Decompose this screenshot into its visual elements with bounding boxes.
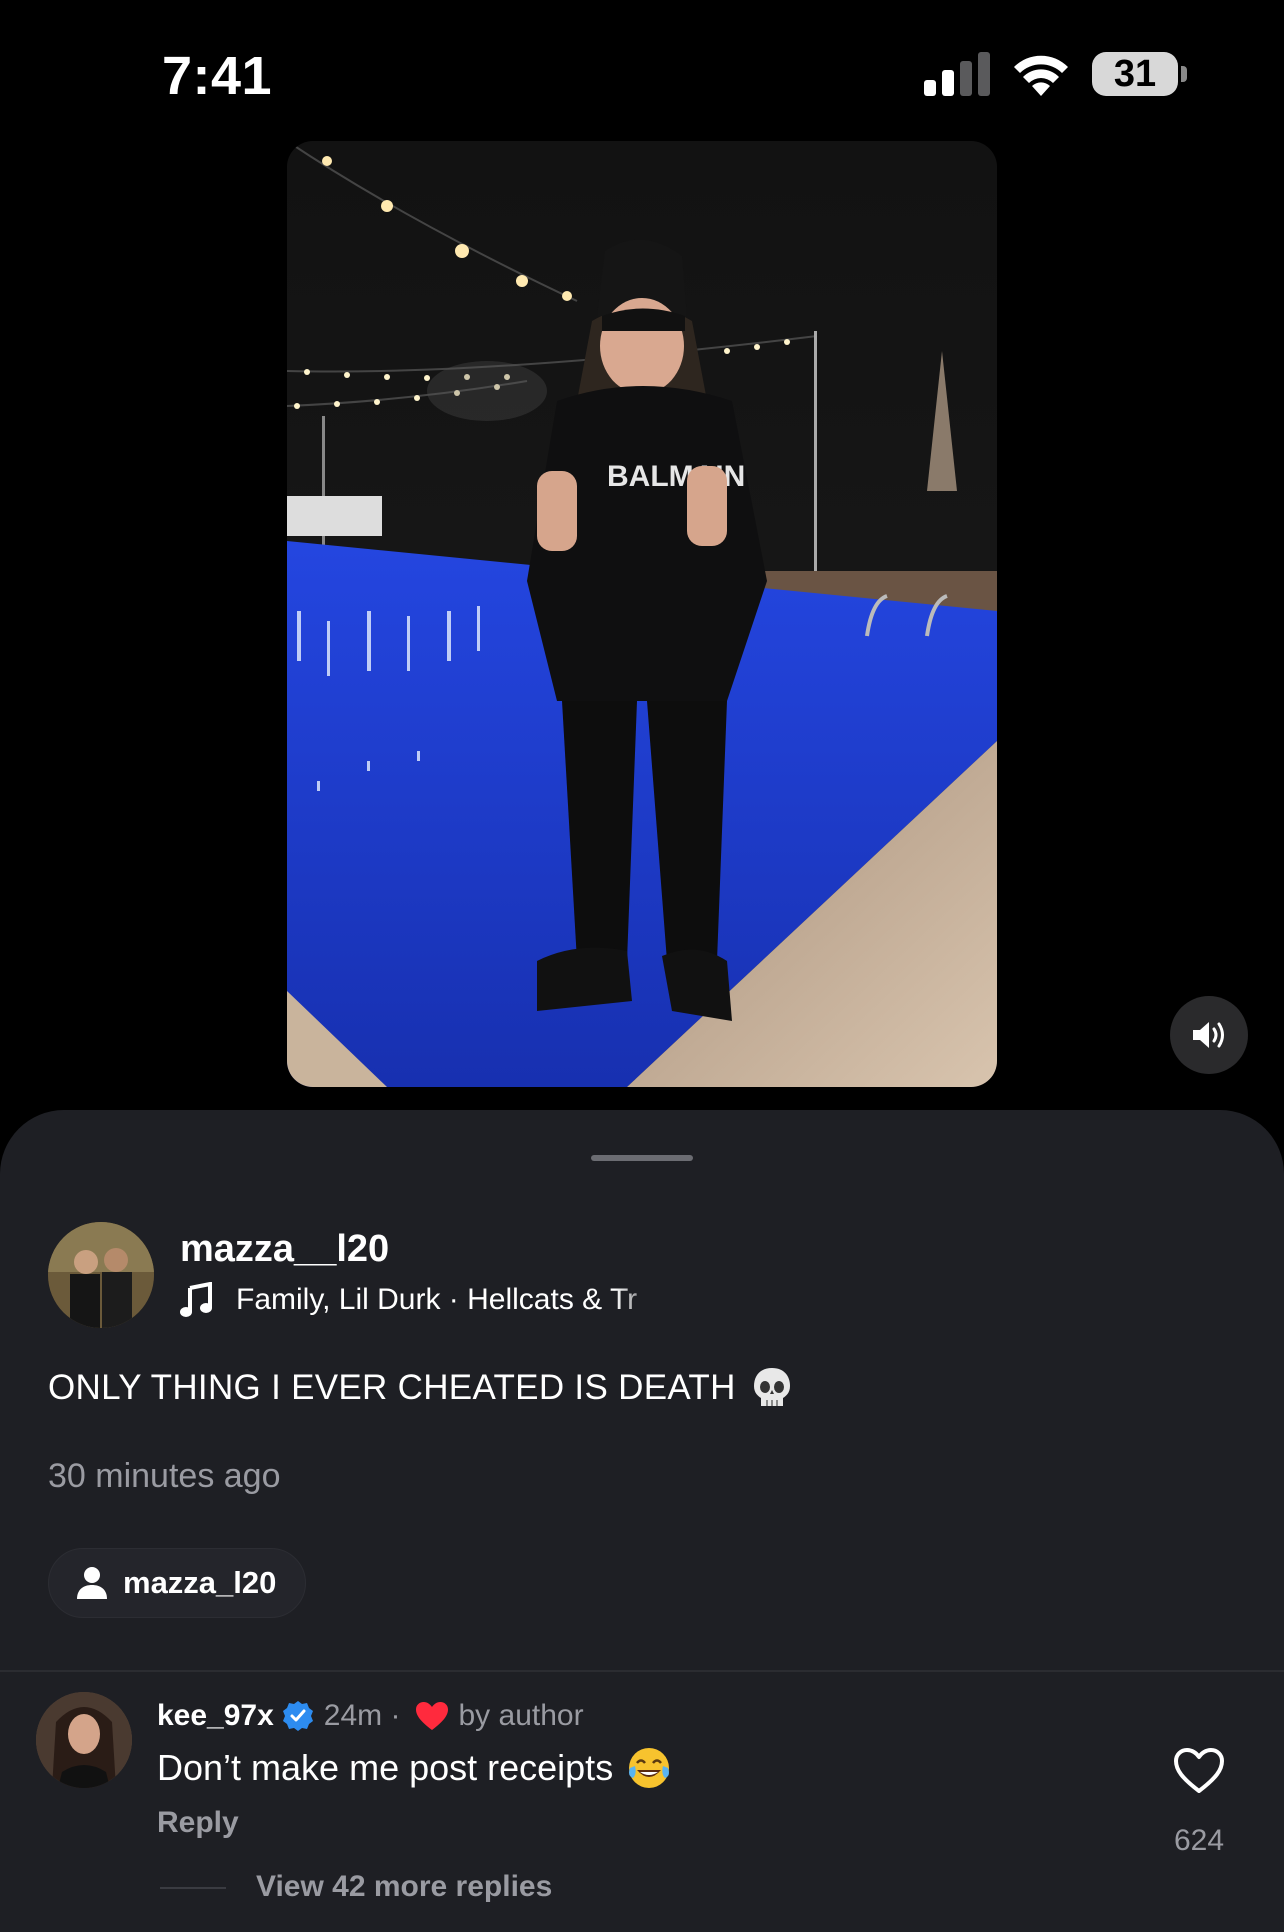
person-icon (77, 1567, 107, 1599)
liked-by-author-label: by author (458, 1699, 584, 1732)
thread-line (160, 1887, 226, 1889)
screen: 7:41 31 BALMAIN mazza__l20 Family, Lil D… (0, 0, 1284, 1932)
section-divider (0, 1670, 1284, 1672)
video-thumbnail: BALMAIN (287, 141, 997, 1087)
avatar-photo (48, 1222, 154, 1328)
music-note-icon (180, 1282, 212, 1317)
comment-body: Don’t make me post receipts (157, 1746, 671, 1790)
comment-age: 24m · (323, 1699, 401, 1732)
caption-text: ONLY THING I EVER CHEATED IS DEATH (48, 1368, 736, 1407)
battery-indicator: 31 (1092, 52, 1178, 96)
tagged-username: mazza_l20 (123, 1565, 277, 1600)
music-attribution[interactable]: Family, Lil Durk · Hellcats & Tr (180, 1280, 666, 1320)
wifi-icon (1014, 55, 1068, 96)
avatar-photo (36, 1692, 132, 1788)
verified-badge-icon (282, 1701, 313, 1731)
author-avatar[interactable] (48, 1222, 154, 1328)
like-heart-icon[interactable] (1172, 1746, 1226, 1796)
tagged-user-chip[interactable]: mazza_l20 (48, 1548, 306, 1618)
comment-text: Don’t make me post receipts (157, 1747, 614, 1788)
post-author-name[interactable]: mazza__l20 (180, 1226, 389, 1272)
sheet-grabber[interactable] (591, 1155, 693, 1161)
comment-username[interactable]: kee_97x (157, 1699, 274, 1733)
comment-header: kee_97x 24m · by author (157, 1696, 584, 1736)
sound-toggle-button[interactable] (1170, 996, 1248, 1074)
tears-of-joy-emoji-icon (629, 1748, 670, 1788)
like-count: 624 (1173, 1824, 1225, 1857)
status-time: 7:41 (162, 46, 273, 106)
post-media[interactable]: BALMAIN (287, 141, 997, 1087)
music-track-label: Family, Lil Durk · Hellcats & Tr (236, 1283, 638, 1316)
reply-button[interactable]: Reply (157, 1806, 239, 1840)
battery-tip (1181, 66, 1187, 82)
view-more-replies-button[interactable]: View 42 more replies (256, 1870, 552, 1904)
skull-emoji-icon (753, 1368, 790, 1406)
liked-by-author-heart-icon (416, 1702, 449, 1730)
speaker-on-icon (1193, 1022, 1224, 1048)
post-caption: ONLY THING I EVER CHEATED IS DEATH (48, 1366, 792, 1410)
post-timestamp: 30 minutes ago (48, 1457, 281, 1495)
cellular-signal-icon (924, 52, 990, 96)
commenter-avatar[interactable] (36, 1692, 132, 1788)
